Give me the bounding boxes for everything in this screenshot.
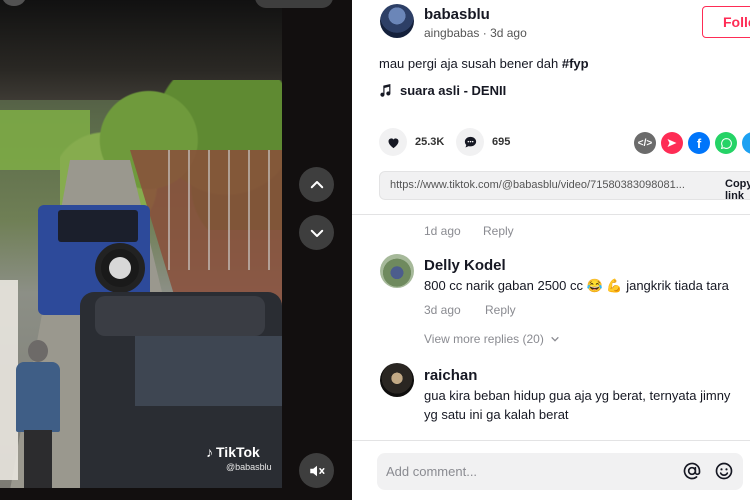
comment-button[interactable] [456,128,484,156]
caption-text: mau pergi aja susah bener dah [379,56,562,71]
like-count: 25.3K [415,136,445,148]
share-url-field[interactable]: https://www.tiktok.com/@babasblu/video/7… [379,171,750,200]
twitter-share-button[interactable]: t [742,132,750,154]
watermark-brand: TikTok [216,444,260,460]
comment-text: 800 cc narik gaban 2500 cc 😂 💪 jangkrik … [424,278,729,293]
copy-link-button[interactable]: Copy link [725,178,750,202]
tiktok-logo-icon: ♪ [206,444,213,460]
commenter-avatar[interactable] [380,363,414,397]
comment-text-line-1: gua kira beban hidup gua aja yg berat, t… [424,388,731,403]
commenter-name[interactable]: raichan [424,367,477,384]
video-pane: ♪ TikTok @babasblu [0,0,352,500]
comment-count: 695 [492,136,511,148]
author-meta: aingbabas · 3d ago [424,26,527,40]
like-action[interactable]: 25.3K [379,128,444,156]
video-player[interactable]: ♪ TikTok @babasblu [0,0,282,488]
report-button[interactable] [255,0,333,8]
author-avatar[interactable] [380,4,414,38]
facebook-icon: f [696,135,702,151]
send-icon [667,139,677,147]
video-scene-fence [150,150,282,270]
author-display-name: aingbabas [424,26,480,40]
chevron-down-icon [310,229,323,237]
person-head [28,340,48,362]
video-scene-suv-window [135,336,282,406]
person-legs [24,430,52,488]
section-divider [352,214,750,215]
hashtag-link[interactable]: #fyp [562,56,589,71]
facebook-share-button[interactable]: f [688,132,710,154]
video-scene-jeep-window [58,210,138,242]
music-title: suara asli - DENII [400,83,507,98]
meta-separator: · [479,26,491,40]
video-scene-spare-tire [95,243,145,293]
send-to-friends-button[interactable] [661,132,683,154]
post-time: 3d ago [490,26,527,40]
follow-button[interactable]: Follow [702,6,750,38]
next-video-button[interactable] [299,215,334,250]
prev-comment-reply-button[interactable]: Reply [483,224,514,238]
comment-composer [352,440,750,500]
whatsapp-share-button[interactable] [715,132,737,154]
mute-button[interactable] [299,453,334,488]
comment-time: 3d ago [424,303,461,317]
heart-icon [388,137,398,148]
prev-comment-time: 1d ago [424,224,461,238]
like-button[interactable] [379,128,407,156]
commenter-name[interactable]: Delly Kodel [424,257,506,274]
whatsapp-icon [720,137,732,149]
embed-icon: </> [637,137,653,149]
view-more-replies-button[interactable]: View more replies (20) [424,332,560,346]
watermark-handle: @babasblu [226,462,272,472]
view-replies-label: View more replies (20) [424,332,544,346]
commenter-avatar[interactable] [380,254,414,288]
emoji-icon[interactable] [714,461,734,481]
music-link[interactable]: suara asli - DENII [379,83,506,98]
details-panel: babasblu aingbabas · 3d ago Follow mau p… [352,0,750,500]
previous-video-button[interactable] [299,167,334,202]
chevron-down-icon [551,336,559,342]
person-body [16,362,60,432]
post-caption: mau pergi aja susah bener dah #fyp [379,56,589,71]
comment-reply-button[interactable]: Reply [485,303,516,317]
at-icon[interactable] [682,461,702,481]
author-username[interactable]: babasblu [424,6,490,23]
embed-button[interactable]: </> [634,132,656,154]
chevron-up-icon [310,180,323,188]
mute-icon [309,465,324,476]
comment-text-line-2: yg satu ini ga kalah berat [424,407,569,422]
video-scene-suv-roof [95,296,265,336]
video-scene-person [16,340,60,488]
music-note-icon [380,83,391,97]
comment-icon [464,136,476,147]
tiktok-watermark: ♪ TikTok [206,444,260,460]
comment-action[interactable]: 695 [456,128,510,156]
